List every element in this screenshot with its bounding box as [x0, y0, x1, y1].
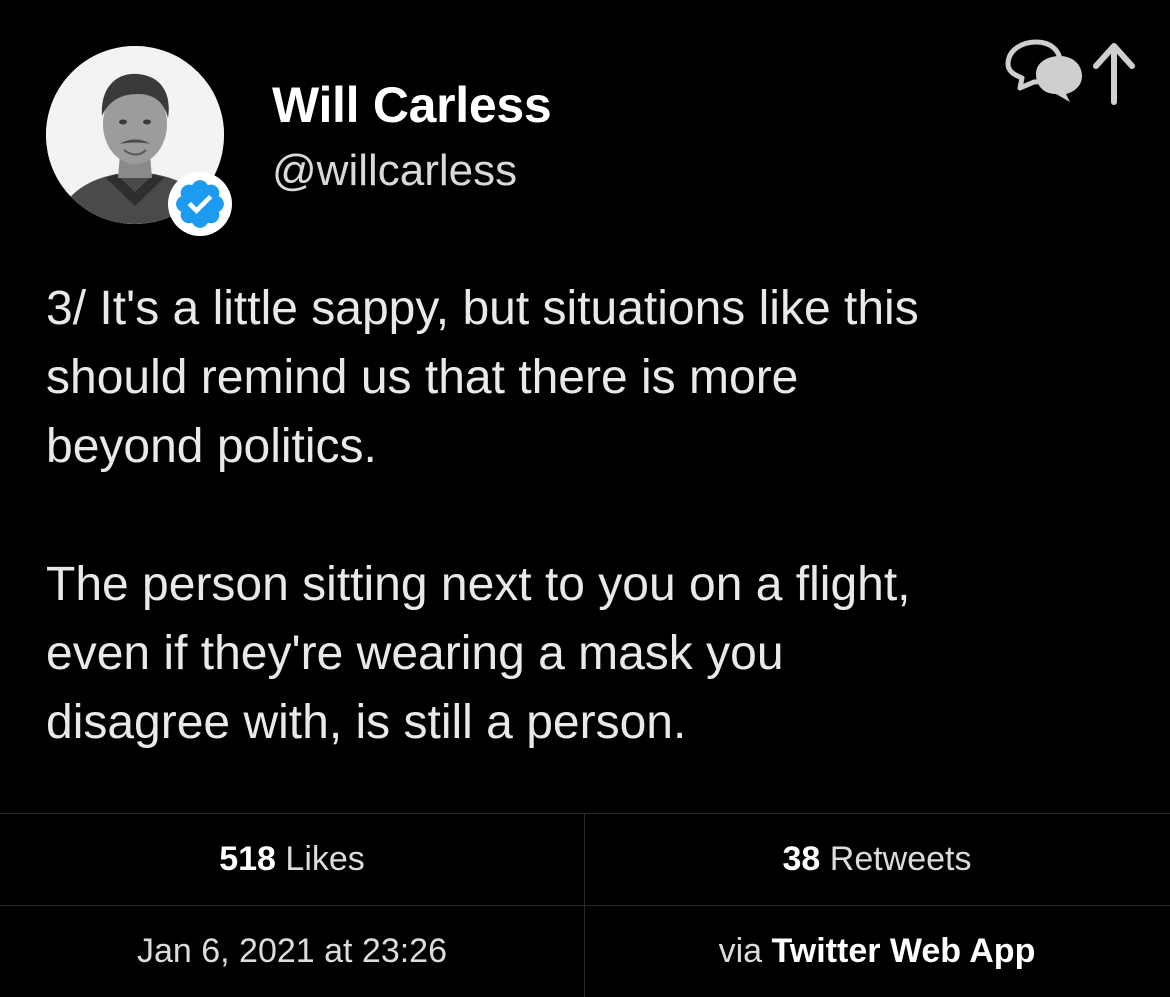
avatar-container[interactable] — [46, 46, 232, 236]
source-app-link[interactable]: Twitter Web App — [772, 932, 1036, 970]
source-info: via Twitter Web App — [585, 932, 1169, 971]
verified-check-icon — [176, 180, 224, 228]
likes-label: Likes — [285, 840, 365, 878]
display-name[interactable]: Will Carless — [272, 76, 552, 134]
retweets-stat[interactable]: 38 Retweets — [585, 840, 1169, 879]
share-arrow-icon[interactable] — [1093, 43, 1135, 105]
conversation-icon[interactable] — [1005, 39, 1082, 102]
likes-stat[interactable]: 518 Likes — [0, 840, 584, 879]
likes-count: 518 — [219, 840, 276, 878]
tweet-text: 3/ It's a little sappy, but situations l… — [46, 282, 919, 749]
retweets-count: 38 — [782, 840, 821, 878]
verified-badge — [168, 172, 232, 236]
tweet-card: Will Carless @willcarless 3/ It's a litt… — [0, 0, 1170, 997]
user-handle[interactable]: @willcarless — [272, 146, 517, 196]
divider-top — [0, 813, 1170, 814]
retweets-label: Retweets — [829, 840, 972, 878]
via-prefix: via — [718, 932, 763, 970]
header-actions — [1000, 30, 1140, 110]
timestamp: Jan 6, 2021 at 23:26 — [136, 932, 448, 970]
divider-middle — [0, 905, 1170, 906]
